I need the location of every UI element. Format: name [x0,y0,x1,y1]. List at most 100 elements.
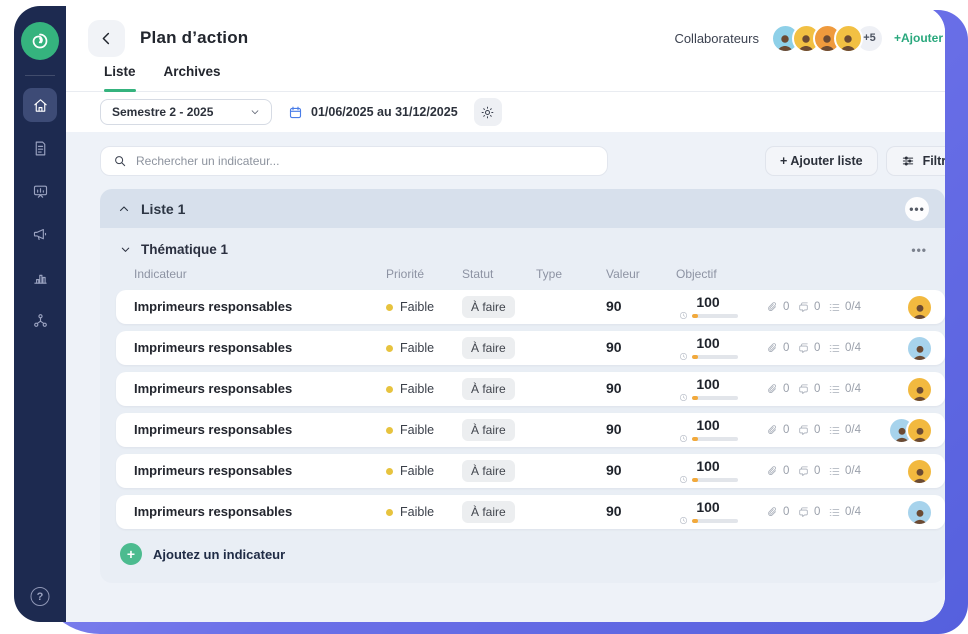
attachments-count[interactable]: 0 [766,506,789,519]
checklist-icon [828,465,841,478]
search-icon [113,154,127,168]
progress-track [692,478,738,482]
indicator-name: Imprimeurs responsables [134,463,292,478]
tab-liste[interactable]: Liste [104,64,136,91]
assignee-avatars [867,294,945,321]
attachments-count[interactable]: 0 [766,383,789,396]
table-row[interactable]: Imprimeurs responsables Faible À faire 9… [116,331,945,365]
settings-button[interactable] [474,98,502,126]
period-select[interactable]: Semestre 2 - 2025 [100,99,272,125]
value: 90 [606,462,622,478]
checklist-icon [828,424,841,437]
progress-track [692,396,738,400]
search-input[interactable] [136,154,595,168]
help-icon[interactable]: ? [31,587,50,606]
objective-value: 100 [696,335,719,351]
paperclip-icon [766,383,779,396]
table-row[interactable]: Imprimeurs responsables Faible À faire 9… [116,413,945,447]
add-collaborator-button[interactable]: +Ajouter [894,31,943,45]
tab-archives[interactable]: Archives [164,64,221,91]
add-indicator-button[interactable]: + Ajoutez un indicateur [116,543,945,565]
column-objectif: Objectif [676,267,766,281]
clock-icon [679,475,688,484]
status-badge: À faire [462,501,515,523]
objective-value: 100 [696,417,719,433]
value: 90 [606,503,622,519]
priority-label: Faible [400,382,434,396]
attachments-count[interactable]: 0 [766,301,789,314]
sidebar-item-announcements[interactable] [23,217,57,251]
comments-count[interactable]: 0 [797,383,820,396]
add-indicator-label: Ajoutez un indicateur [153,547,285,562]
progress-fill [692,478,699,482]
checklist-count[interactable]: 0/4 [828,506,861,519]
add-list-button[interactable]: + Ajouter liste [765,146,878,176]
progress-track [692,355,738,359]
attachments-count[interactable]: 0 [766,342,789,355]
brand-logo-icon[interactable] [21,22,59,60]
status-badge: À faire [462,419,515,441]
comments-count[interactable]: 0 [797,465,820,478]
table-row[interactable]: Imprimeurs responsables Faible À faire 9… [116,495,945,529]
table-row[interactable]: Imprimeurs responsables Faible À faire 9… [116,290,945,324]
sidebar-item-documents[interactable] [23,131,57,165]
assignee-avatar[interactable] [906,417,933,444]
checklist-count[interactable]: 0/4 [828,465,861,478]
collaborator-avatar[interactable] [834,24,863,53]
assignee-avatar[interactable] [906,376,933,403]
clock-icon [679,393,688,402]
column-type: Type [536,267,606,281]
presentation-icon [32,183,49,200]
checklist-count[interactable]: 0/4 [828,383,861,396]
sliders-icon [901,154,915,168]
checklist-icon [828,301,841,314]
assignee-avatar[interactable] [906,294,933,321]
theme-header[interactable]: Thématique 1 ••• [116,238,945,267]
checklist-count[interactable]: 0/4 [828,301,861,314]
chevron-down-icon [120,244,131,255]
checklist-count[interactable]: 0/4 [828,342,861,355]
search-box[interactable] [100,146,608,176]
period-select-value: Semestre 2 - 2025 [112,105,213,119]
checklist-icon [828,506,841,519]
sidebar-item-statistics[interactable] [23,260,57,294]
assignee-avatar[interactable] [906,335,933,362]
priority-label: Faible [400,464,434,478]
list-section-header[interactable]: Liste 1 ••• [100,189,945,228]
back-button[interactable] [88,20,125,57]
assignee-avatar[interactable] [906,458,933,485]
assignee-avatar[interactable] [906,499,933,526]
comment-icon [797,424,810,437]
comments-count[interactable]: 0 [797,301,820,314]
sidebar-item-home[interactable] [23,88,57,122]
status-badge: À faire [462,337,515,359]
paperclip-icon [766,342,779,355]
progress-track [692,437,738,441]
main-panel: Plan d’action Collaborateurs +5 +Ajouter… [66,6,945,622]
sidebar-item-presentation[interactable] [23,174,57,208]
collaborator-avatar-group[interactable]: +5 [771,24,884,53]
list-title: Liste 1 [141,201,185,217]
filter-button[interactable]: Filtrer [886,146,945,176]
date-range[interactable]: 01/06/2025 au 31/12/2025 [288,105,458,120]
indicator-name: Imprimeurs responsables [134,504,292,519]
theme-menu-button[interactable]: ••• [911,243,927,257]
table-row[interactable]: Imprimeurs responsables Faible À faire 9… [116,372,945,406]
comments-count[interactable]: 0 [797,506,820,519]
indicator-name: Imprimeurs responsables [134,299,292,314]
table-row[interactable]: Imprimeurs responsables Faible À faire 9… [116,454,945,488]
checklist-count[interactable]: 0/4 [828,424,861,437]
collaborators-area: Collaborateurs +5 +Ajouter [674,24,945,53]
paperclip-icon [766,465,779,478]
priority-label: Faible [400,505,434,519]
comments-count[interactable]: 0 [797,342,820,355]
list-menu-button[interactable]: ••• [905,197,929,221]
priority-dot [386,468,393,475]
filter-button-label: Filtrer [923,154,945,168]
progress-fill [692,519,699,523]
comments-count[interactable]: 0 [797,424,820,437]
attachments-count[interactable]: 0 [766,465,789,478]
priority-dot [386,427,393,434]
attachments-count[interactable]: 0 [766,424,789,437]
sidebar-item-network[interactable] [23,303,57,337]
